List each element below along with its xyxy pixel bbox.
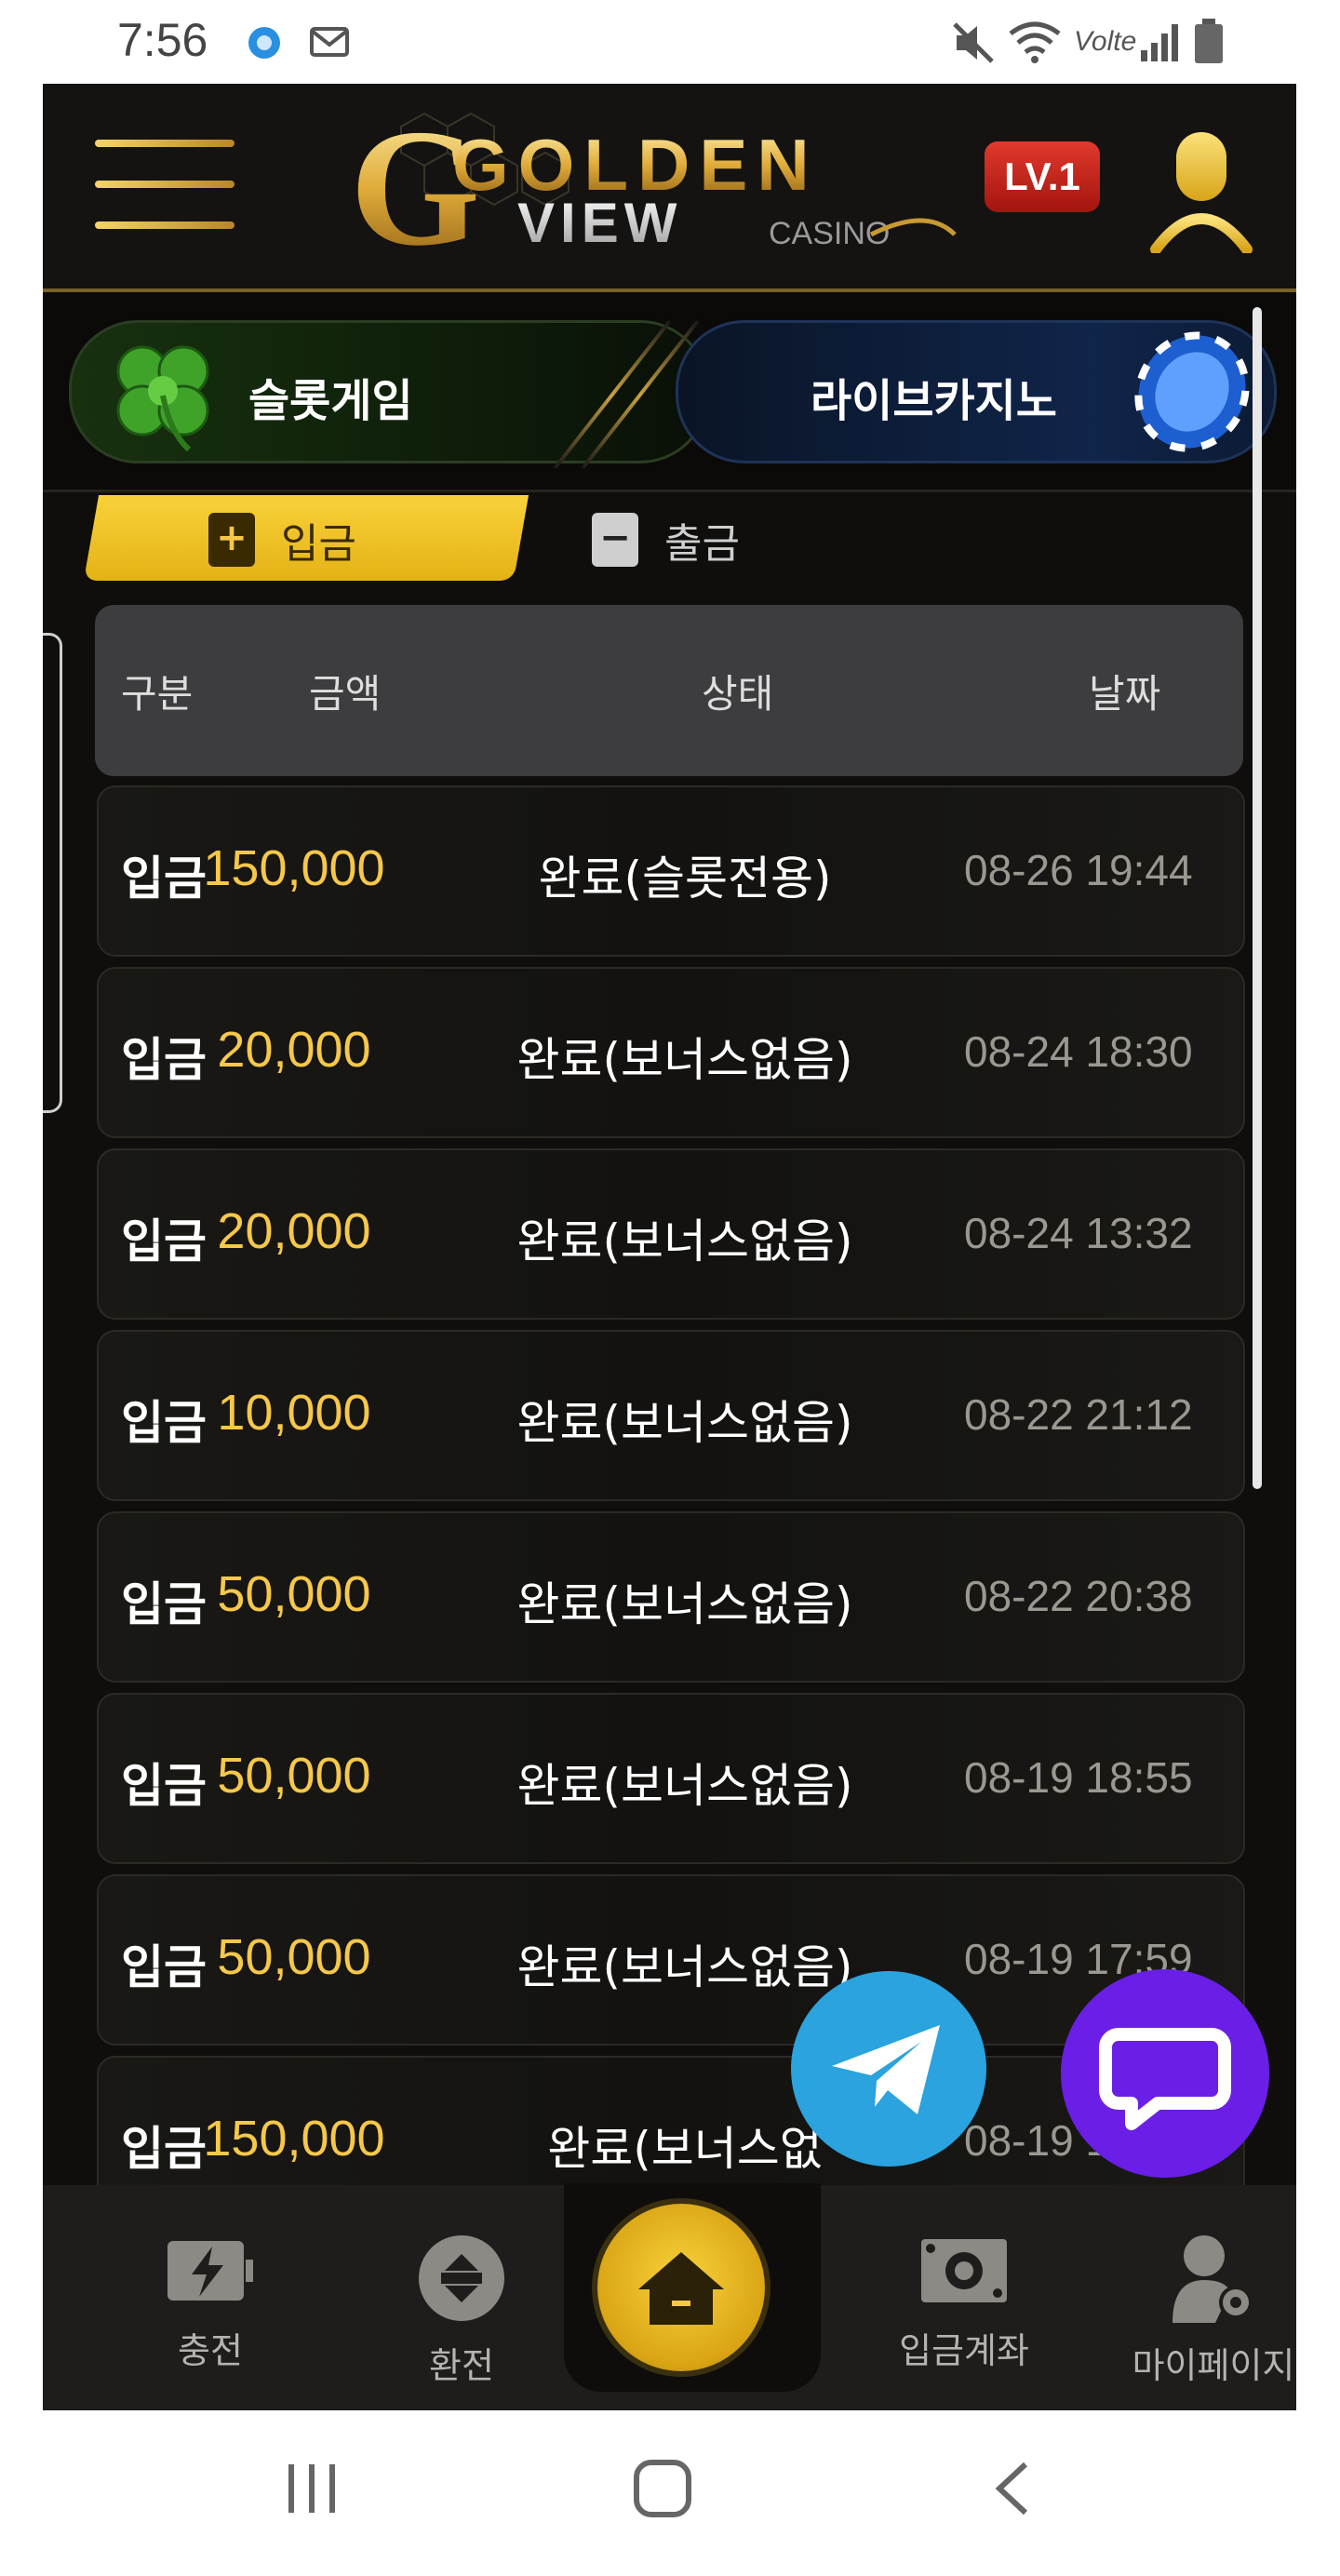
vpn-icon — [248, 27, 280, 59]
row-date: 08-19 18:55 — [964, 1753, 1193, 1802]
battery-icon — [1195, 19, 1223, 63]
row-date: 08-26 19:44 — [964, 846, 1193, 894]
mail-icon — [310, 27, 349, 57]
recent-apps-icon[interactable] — [285, 2461, 341, 2516]
nav-mypage-label: 마이페이지 — [1132, 2345, 1295, 2386]
nav-exchange-label: 환전 — [429, 2345, 494, 2386]
table-row[interactable]: 입금 20,000 완료(보너스없음) 08-24 18:30 — [97, 967, 1245, 1138]
home-icon — [638, 2252, 724, 2325]
row-date: 08-24 18:30 — [964, 1027, 1193, 1076]
row-date: 08-22 21:12 — [964, 1390, 1193, 1439]
tab-withdraw[interactable]: − 출금 — [592, 497, 740, 583]
row-status: 완료(보너스없음) — [516, 1214, 853, 1268]
doc-minus-icon: − — [592, 513, 638, 567]
signal-icon — [1141, 24, 1178, 61]
header-status: 상태 — [702, 671, 774, 717]
nav-home-button[interactable] — [597, 2204, 765, 2371]
table-row[interactable]: 입금 50,000 완료(보너스없음) 08-22 20:38 — [97, 1511, 1245, 1683]
table-header: 구분 금액 상태 날짜 — [95, 605, 1243, 776]
header-type: 구분 — [121, 671, 194, 717]
side-drawer-handle[interactable] — [43, 633, 62, 1113]
golden-view-logo[interactable]: G GOLDEN VIEW CASINO — [350, 104, 1038, 268]
wifi-icon — [1009, 21, 1061, 63]
row-status: 완료(보너스없음) — [516, 1033, 853, 1087]
row-amount: 20,000 — [217, 1022, 371, 1078]
row-amount: 50,000 — [217, 1748, 371, 1804]
row-amount: 150,000 — [203, 2111, 385, 2167]
row-status: 완료(슬롯전용) — [538, 852, 832, 906]
row-amount: 50,000 — [217, 1929, 371, 1985]
row-amount: 150,000 — [203, 840, 385, 896]
table-row[interactable]: 입금 10,000 완료(보너스없음) 08-22 21:12 — [97, 1330, 1245, 1501]
chat-button[interactable] — [1061, 1969, 1269, 2178]
user-profile-icon[interactable] — [1150, 132, 1253, 253]
live-casino-label: 라이브카지노 — [811, 375, 1057, 427]
category-bar: 슬롯게임 라이브카지노 — [43, 292, 1296, 492]
mute-icon — [953, 22, 994, 63]
row-date: 08-24 13:32 — [964, 1209, 1193, 1257]
table-row[interactable]: 입금 50,000 완료(보너스없음) 08-19 18:55 — [97, 1693, 1245, 1864]
app-screen: 7:56 Volte G GOLDEN VIEW CASINO LV.1 슬롯게… — [43, 0, 1296, 2576]
nav-charge-label: 충전 — [178, 2330, 243, 2371]
exchange-icon — [419, 2235, 504, 2321]
doc-plus-icon: + — [208, 513, 255, 567]
mypage-icon — [1172, 2235, 1253, 2323]
row-amount: 10,000 — [217, 1385, 371, 1441]
row-status: 완료(보너스없음) — [516, 1396, 853, 1450]
tab-withdraw-label: 출금 — [664, 520, 740, 568]
row-amount: 20,000 — [217, 1203, 371, 1259]
status-time: 7:56 — [117, 14, 208, 66]
charge-icon — [168, 2241, 253, 2301]
row-date: 08-22 20:38 — [964, 1572, 1193, 1620]
header-amount: 금액 — [309, 671, 382, 717]
row-amount: 50,000 — [217, 1566, 371, 1622]
nav-mypage[interactable]: 마이페이지 — [1102, 2234, 1296, 2388]
nav-deposit-account[interactable]: 입금계좌 — [852, 2234, 1076, 2373]
android-navigation-bar — [0, 2410, 1340, 2576]
nav-exchange[interactable]: 환전 — [350, 2234, 573, 2388]
table-row[interactable]: 입금 20,000 완료(보너스없음) 08-24 13:32 — [97, 1148, 1245, 1320]
nav-charge[interactable]: 충전 — [99, 2234, 322, 2373]
logo-sub: VIEW — [517, 192, 682, 254]
home-nav-icon[interactable] — [633, 2459, 692, 2518]
account-icon — [921, 2239, 1007, 2302]
live-casino-banner[interactable]: 라이브카지노 — [676, 320, 1277, 463]
telegram-icon — [832, 2025, 940, 2114]
slot-game-label: 슬롯게임 — [248, 375, 413, 427]
row-status: 완료(보너스없음) — [516, 1577, 853, 1631]
level-badge[interactable]: LV.1 — [985, 141, 1100, 212]
tab-deposit[interactable]: + 입금 — [208, 497, 356, 583]
hamburger-menu-button[interactable] — [95, 140, 234, 242]
app-header: G GOLDEN VIEW CASINO LV.1 — [43, 84, 1296, 292]
telegram-button[interactable] — [791, 1971, 986, 2167]
casino-chip-icon — [1134, 331, 1250, 452]
back-icon[interactable] — [990, 2459, 1035, 2518]
status-bar: 7:56 Volte — [43, 0, 1296, 84]
nav-deposit-account-label: 입금계좌 — [899, 2330, 1029, 2371]
row-status: 완료(보너스없음) — [516, 1759, 853, 1813]
page-scrollbar[interactable] — [1253, 307, 1262, 1489]
header-date: 날짜 — [1089, 671, 1161, 717]
chat-bubble-icon — [1099, 2028, 1231, 2130]
tab-deposit-label: 입금 — [281, 520, 356, 568]
table-row[interactable]: 입금 150,000 완료(슬롯전용) 08-26 19:44 — [97, 785, 1245, 957]
network-label: Volte — [1074, 26, 1137, 57]
clover-icon — [116, 345, 209, 452]
